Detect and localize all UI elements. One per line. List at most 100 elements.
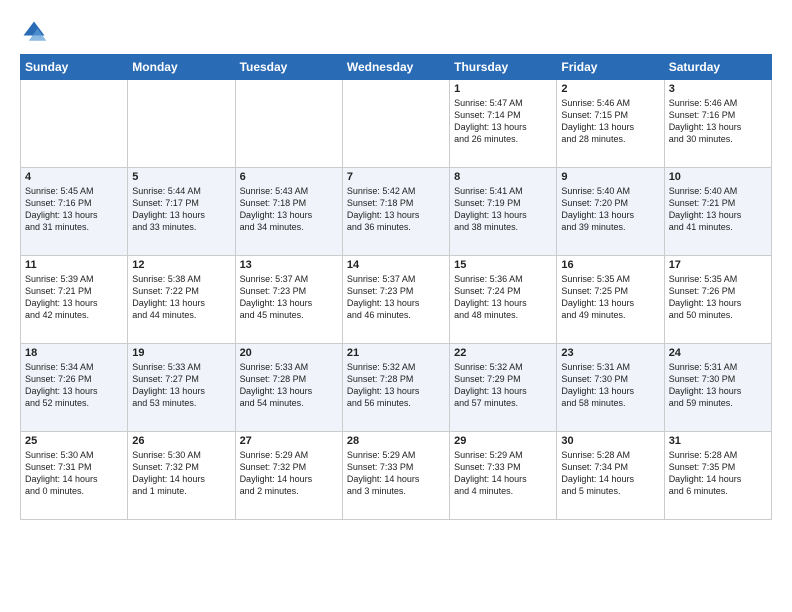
day-number: 23 [561, 347, 659, 359]
day-info: Sunrise: 5:33 AM Sunset: 7:28 PM Dayligh… [240, 361, 338, 410]
weekday-header: Thursday [450, 55, 557, 80]
calendar-cell [21, 80, 128, 168]
day-number: 25 [25, 435, 123, 447]
day-info: Sunrise: 5:39 AM Sunset: 7:21 PM Dayligh… [25, 273, 123, 322]
weekday-header: Tuesday [235, 55, 342, 80]
day-number: 15 [454, 259, 552, 271]
day-info: Sunrise: 5:29 AM Sunset: 7:33 PM Dayligh… [454, 449, 552, 498]
day-info: Sunrise: 5:35 AM Sunset: 7:26 PM Dayligh… [669, 273, 767, 322]
calendar-cell: 1 Sunrise: 5:47 AM Sunset: 7:14 PM Daylig… [450, 80, 557, 168]
day-info: Sunrise: 5:32 AM Sunset: 7:28 PM Dayligh… [347, 361, 445, 410]
calendar-cell [128, 80, 235, 168]
day-number: 8 [454, 171, 552, 183]
day-info: Sunrise: 5:40 AM Sunset: 7:21 PM Dayligh… [669, 185, 767, 234]
calendar-header-row: SundayMondayTuesdayWednesdayThursdayFrid… [21, 55, 772, 80]
day-number: 3 [669, 83, 767, 95]
day-info: Sunrise: 5:30 AM Sunset: 7:32 PM Dayligh… [132, 449, 230, 498]
day-number: 20 [240, 347, 338, 359]
calendar-cell: 15 Sunrise: 5:36 AM Sunset: 7:24 PM Dayli… [450, 256, 557, 344]
day-info: Sunrise: 5:36 AM Sunset: 7:24 PM Dayligh… [454, 273, 552, 322]
calendar-cell: 16Sunrise: 5:35 AM Sunset: 7:25 PM Dayli… [557, 256, 664, 344]
calendar-cell [342, 80, 449, 168]
calendar-cell: 27Sunrise: 5:29 AM Sunset: 7:32 PM Dayli… [235, 432, 342, 520]
calendar-week-row: 25Sunrise: 5:30 AM Sunset: 7:31 PM Dayli… [21, 432, 772, 520]
calendar-cell: 5 Sunrise: 5:44 AM Sunset: 7:17 PM Daylig… [128, 168, 235, 256]
calendar-cell: 12 Sunrise: 5:38 AM Sunset: 7:22 PM Dayli… [128, 256, 235, 344]
day-info: Sunrise: 5:43 AM Sunset: 7:18 PM Dayligh… [240, 185, 338, 234]
weekday-header: Saturday [664, 55, 771, 80]
day-info: Sunrise: 5:40 AM Sunset: 7:20 PM Dayligh… [561, 185, 659, 234]
day-info: Sunrise: 5:44 AM Sunset: 7:17 PM Dayligh… [132, 185, 230, 234]
day-number: 27 [240, 435, 338, 447]
day-number: 14 [347, 259, 445, 271]
weekday-header: Sunday [21, 55, 128, 80]
calendar-cell: 19 Sunrise: 5:33 AM Sunset: 7:27 PM Dayli… [128, 344, 235, 432]
day-info: Sunrise: 5:28 AM Sunset: 7:34 PM Dayligh… [561, 449, 659, 498]
calendar-table: SundayMondayTuesdayWednesdayThursdayFrid… [20, 54, 772, 520]
day-number: 26 [132, 435, 230, 447]
calendar-cell: 29 Sunrise: 5:29 AM Sunset: 7:33 PM Dayli… [450, 432, 557, 520]
calendar-cell: 28Sunrise: 5:29 AM Sunset: 7:33 PM Dayli… [342, 432, 449, 520]
calendar-week-row: 4Sunrise: 5:45 AM Sunset: 7:16 PM Daylig… [21, 168, 772, 256]
day-info: Sunrise: 5:37 AM Sunset: 7:23 PM Dayligh… [240, 273, 338, 322]
logo [20, 18, 52, 46]
calendar-cell: 14 Sunrise: 5:37 AM Sunset: 7:23 PM Dayli… [342, 256, 449, 344]
day-number: 24 [669, 347, 767, 359]
day-info: Sunrise: 5:38 AM Sunset: 7:22 PM Dayligh… [132, 273, 230, 322]
calendar-cell: 3 Sunrise: 5:46 AM Sunset: 7:16 PM Daylig… [664, 80, 771, 168]
calendar-cell: 21 Sunrise: 5:32 AM Sunset: 7:28 PM Dayli… [342, 344, 449, 432]
weekday-header: Wednesday [342, 55, 449, 80]
calendar-cell: 9Sunrise: 5:40 AM Sunset: 7:20 PM Daylig… [557, 168, 664, 256]
day-number: 7 [347, 171, 445, 183]
day-number: 11 [25, 259, 123, 271]
day-info: Sunrise: 5:46 AM Sunset: 7:16 PM Dayligh… [669, 97, 767, 146]
calendar-cell: 10Sunrise: 5:40 AM Sunset: 7:21 PM Dayli… [664, 168, 771, 256]
calendar-cell: 7 Sunrise: 5:42 AM Sunset: 7:18 PM Daylig… [342, 168, 449, 256]
calendar-week-row: 18 Sunrise: 5:34 AM Sunset: 7:26 PM Dayli… [21, 344, 772, 432]
day-number: 16 [561, 259, 659, 271]
day-info: Sunrise: 5:46 AM Sunset: 7:15 PM Dayligh… [561, 97, 659, 146]
day-info: Sunrise: 5:47 AM Sunset: 7:14 PM Dayligh… [454, 97, 552, 146]
calendar-cell: 2 Sunrise: 5:46 AM Sunset: 7:15 PM Daylig… [557, 80, 664, 168]
day-info: Sunrise: 5:28 AM Sunset: 7:35 PM Dayligh… [669, 449, 767, 498]
day-number: 2 [561, 83, 659, 95]
day-number: 21 [347, 347, 445, 359]
calendar-cell: 20 Sunrise: 5:33 AM Sunset: 7:28 PM Dayli… [235, 344, 342, 432]
header [20, 18, 772, 46]
calendar-cell: 17 Sunrise: 5:35 AM Sunset: 7:26 PM Dayli… [664, 256, 771, 344]
calendar-cell: 30 Sunrise: 5:28 AM Sunset: 7:34 PM Dayli… [557, 432, 664, 520]
calendar-cell: 18 Sunrise: 5:34 AM Sunset: 7:26 PM Dayli… [21, 344, 128, 432]
day-number: 17 [669, 259, 767, 271]
day-number: 22 [454, 347, 552, 359]
calendar-cell: 6 Sunrise: 5:43 AM Sunset: 7:18 PM Daylig… [235, 168, 342, 256]
day-info: Sunrise: 5:34 AM Sunset: 7:26 PM Dayligh… [25, 361, 123, 410]
day-number: 1 [454, 83, 552, 95]
day-number: 12 [132, 259, 230, 271]
day-info: Sunrise: 5:31 AM Sunset: 7:30 PM Dayligh… [669, 361, 767, 410]
day-number: 13 [240, 259, 338, 271]
day-info: Sunrise: 5:41 AM Sunset: 7:19 PM Dayligh… [454, 185, 552, 234]
day-info: Sunrise: 5:42 AM Sunset: 7:18 PM Dayligh… [347, 185, 445, 234]
day-info: Sunrise: 5:33 AM Sunset: 7:27 PM Dayligh… [132, 361, 230, 410]
weekday-header: Friday [557, 55, 664, 80]
page: SundayMondayTuesdayWednesdayThursdayFrid… [0, 0, 792, 612]
day-number: 18 [25, 347, 123, 359]
calendar-week-row: 11 Sunrise: 5:39 AM Sunset: 7:21 PM Dayli… [21, 256, 772, 344]
logo-icon [20, 18, 48, 46]
calendar-cell: 22 Sunrise: 5:32 AM Sunset: 7:29 PM Dayli… [450, 344, 557, 432]
day-number: 4 [25, 171, 123, 183]
weekday-header: Monday [128, 55, 235, 80]
day-number: 6 [240, 171, 338, 183]
calendar-cell [235, 80, 342, 168]
calendar-cell: 26 Sunrise: 5:30 AM Sunset: 7:32 PM Dayli… [128, 432, 235, 520]
day-number: 19 [132, 347, 230, 359]
day-info: Sunrise: 5:37 AM Sunset: 7:23 PM Dayligh… [347, 273, 445, 322]
day-info: Sunrise: 5:29 AM Sunset: 7:33 PM Dayligh… [347, 449, 445, 498]
day-number: 31 [669, 435, 767, 447]
day-number: 29 [454, 435, 552, 447]
day-info: Sunrise: 5:31 AM Sunset: 7:30 PM Dayligh… [561, 361, 659, 410]
day-info: Sunrise: 5:32 AM Sunset: 7:29 PM Dayligh… [454, 361, 552, 410]
calendar-body: 1 Sunrise: 5:47 AM Sunset: 7:14 PM Daylig… [21, 80, 772, 520]
day-number: 5 [132, 171, 230, 183]
day-number: 30 [561, 435, 659, 447]
